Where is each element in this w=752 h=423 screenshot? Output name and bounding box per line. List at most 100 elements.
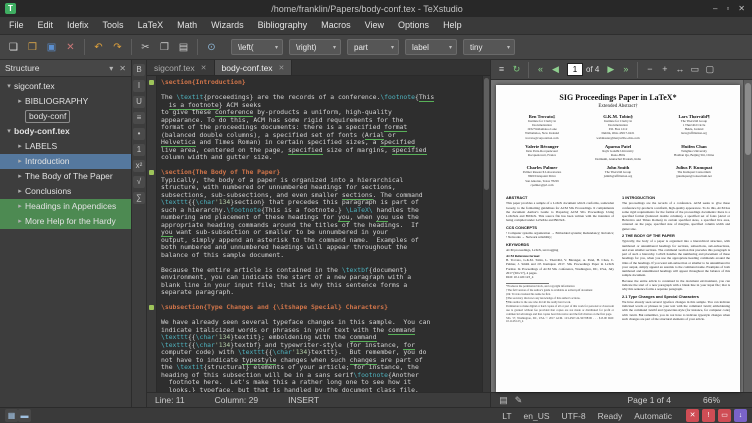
combo-references[interactable]: label▾	[405, 39, 457, 55]
close-button[interactable]: ✕	[738, 4, 745, 13]
expander-icon[interactable]: ▸	[15, 94, 25, 109]
editor-scrollbar[interactable]	[482, 76, 490, 392]
error-badge[interactable]: ✕	[686, 409, 699, 422]
expander-icon[interactable]: ▸	[15, 184, 25, 199]
save-icon[interactable]: ▣	[43, 39, 60, 56]
expander-icon[interactable]: ▸	[15, 154, 25, 169]
gutter-line	[147, 274, 156, 282]
superscript-icon[interactable]: x²	[133, 160, 145, 172]
structure-item-headings-in-appendices[interactable]: ▸Headings in Appendices	[0, 199, 131, 214]
maximize-button[interactable]: ▫	[726, 4, 729, 13]
line-ending[interactable]: Automatic	[634, 411, 672, 421]
thumbnails-icon[interactable]: ▤	[496, 393, 511, 408]
menu-wizards[interactable]: Wizards	[204, 17, 251, 34]
undo-icon[interactable]: ↶	[90, 39, 107, 56]
combo-right-delimiter[interactable]: \right)▾	[289, 39, 341, 55]
structure-item-body-conf[interactable]: body-conf	[0, 109, 131, 124]
structure-item-more-help-for-the-hardy[interactable]: ▸More Help for the Hardy	[0, 214, 131, 229]
first-page-icon[interactable]: «	[533, 62, 548, 77]
zoom-in-icon[interactable]: +	[657, 62, 672, 77]
redo-icon[interactable]: ↷	[109, 39, 126, 56]
update-badge[interactable]: ↓	[734, 409, 747, 422]
underline-icon[interactable]: U	[133, 96, 145, 108]
expander-icon[interactable]: ▸	[15, 199, 25, 214]
gutter-line	[147, 364, 156, 372]
encoding[interactable]: UTF-8	[562, 411, 586, 421]
open-file-icon[interactable]: ❒	[24, 39, 41, 56]
prev-page-icon[interactable]: ◀	[548, 62, 563, 77]
badbox-badge[interactable]: ▭	[718, 409, 731, 422]
paste-icon[interactable]: ▤	[175, 39, 192, 56]
expander-icon[interactable]: ▸	[15, 169, 25, 184]
menu-file[interactable]: File	[2, 17, 31, 34]
fit-width-icon[interactable]: ↔	[672, 62, 687, 77]
menu-edit[interactable]: Edit	[31, 17, 61, 34]
gutter-line	[147, 312, 156, 320]
menu-idefix[interactable]: Idefix	[60, 17, 96, 34]
gutter-line	[147, 259, 156, 267]
math-mode-icon[interactable]: √	[133, 176, 145, 188]
tab-sigconf-tex[interactable]: sigconf.tex✕	[147, 60, 215, 75]
structure-item-sigconf-tex[interactable]: ▾sigconf.tex	[0, 79, 131, 94]
copy-icon[interactable]: ❐	[156, 39, 173, 56]
tab-close-icon[interactable]: ✕	[279, 64, 285, 72]
structure-item-bibliography[interactable]: ▸BIBLIOGRAPHY	[0, 94, 131, 109]
page-number-input[interactable]	[567, 63, 583, 76]
gutter-line	[147, 237, 156, 245]
menu-view[interactable]: View	[358, 17, 391, 34]
annotate-icon[interactable]: ✎	[511, 393, 526, 408]
structure-toggle-icon[interactable]: ▦	[5, 409, 18, 422]
status-message[interactable]: Ready	[598, 411, 623, 421]
warning-badge[interactable]: !	[702, 409, 715, 422]
combo-sectioning[interactable]: part▾	[347, 39, 399, 55]
pdf-menu-icon[interactable]: ≡	[494, 62, 509, 77]
tab-close-icon[interactable]: ✕	[201, 64, 207, 72]
combo-left-delimiter[interactable]: \left(▾	[231, 39, 283, 55]
fit-page-icon[interactable]: ▭	[687, 62, 702, 77]
structure-item-introduction[interactable]: ▸Introduction	[0, 154, 131, 169]
pdf-view[interactable]: SIG Proceedings Paper in LaTeX* Extended…	[491, 80, 752, 392]
combo-font-size[interactable]: tiny▾	[463, 39, 515, 55]
spell-language[interactable]: en_US	[524, 411, 550, 421]
scrollbar-thumb[interactable]	[484, 78, 489, 190]
align-center-icon[interactable]: ≡	[133, 112, 145, 124]
expander-icon[interactable]: ▾	[4, 79, 14, 94]
find-icon[interactable]: ⊙	[203, 39, 220, 56]
menu-math[interactable]: Math	[170, 17, 204, 34]
new-file-icon[interactable]: ❏	[5, 39, 22, 56]
structure-item-body-conf-tex[interactable]: ▾body-conf.tex	[0, 124, 131, 139]
itemize-icon[interactable]: •	[133, 128, 145, 140]
scrollbar-thumb[interactable]	[745, 83, 751, 155]
expander-icon[interactable]: ▸	[15, 139, 25, 154]
cut-icon[interactable]: ✂	[137, 39, 154, 56]
italic-icon[interactable]: I	[133, 80, 145, 92]
tab-body-conf-tex[interactable]: body-conf.tex✕	[215, 60, 293, 75]
next-page-icon[interactable]: ▶	[603, 62, 618, 77]
menu-bibliography[interactable]: Bibliography	[251, 17, 315, 34]
menu-macros[interactable]: Macros	[314, 17, 358, 34]
expander-icon[interactable]: ▸	[15, 214, 25, 229]
structure-item-conclusions[interactable]: ▸Conclusions	[0, 184, 131, 199]
menu-options[interactable]: Options	[391, 17, 436, 34]
minimize-button[interactable]: –	[713, 4, 717, 13]
code-editor[interactable]: \section{Introduction}The \textit{procee…	[157, 76, 482, 392]
zoom-out-icon[interactable]: −	[642, 62, 657, 77]
structure-item-labels[interactable]: ▸LABELS	[0, 139, 131, 154]
panel-dropdown-icon[interactable]: ▾	[109, 64, 113, 73]
last-page-icon[interactable]: »	[618, 62, 633, 77]
panel-close-icon[interactable]: ✕	[119, 64, 126, 73]
enumerate-icon[interactable]: 1	[133, 144, 145, 156]
menu-help[interactable]: Help	[436, 17, 469, 34]
bold-icon[interactable]: B	[133, 64, 145, 76]
menu-latex[interactable]: LaTeX	[131, 17, 171, 34]
structure-item-the-body-of-the-paper[interactable]: ▸The Body of The Paper	[0, 169, 131, 184]
reload-icon[interactable]: ↻	[509, 62, 524, 77]
close-file-icon[interactable]: ✕	[62, 39, 79, 56]
pdf-scrollbar[interactable]	[743, 80, 752, 392]
fullscreen-icon[interactable]: ▢	[702, 62, 717, 77]
menu-tools[interactable]: Tools	[96, 17, 131, 34]
grammar-language[interactable]: LT	[502, 411, 511, 421]
sum-icon[interactable]: ∑	[133, 192, 145, 204]
log-toggle-icon[interactable]: ▬	[18, 409, 31, 422]
expander-icon[interactable]: ▾	[4, 124, 14, 139]
